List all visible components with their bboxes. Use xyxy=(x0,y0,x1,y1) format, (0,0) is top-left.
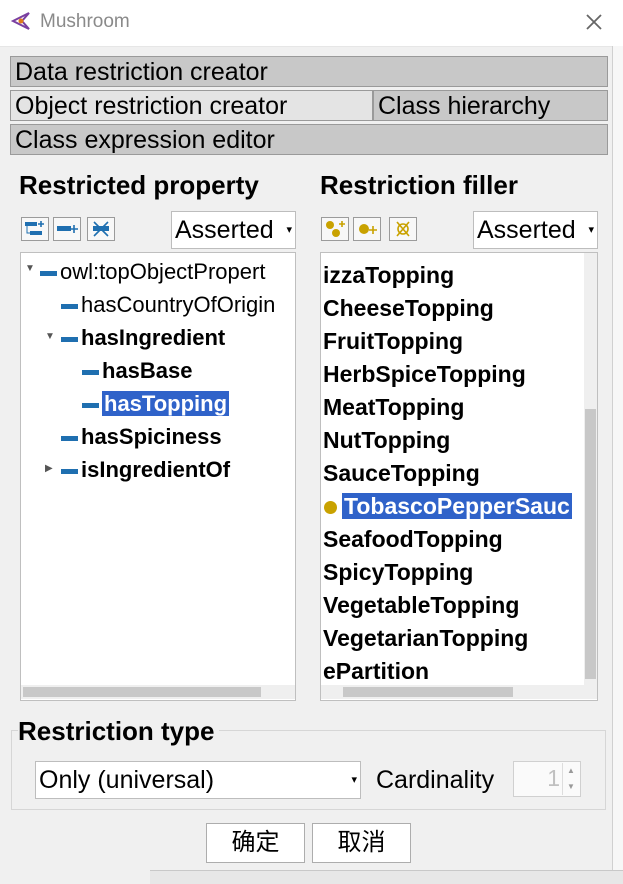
restriction-type-value: Only (universal) xyxy=(39,766,215,794)
object-property-icon xyxy=(61,303,78,309)
close-icon xyxy=(586,14,602,30)
restricted-property-mode-value: Asserted xyxy=(175,216,274,244)
class-item[interactable]: VegetarianTopping xyxy=(323,622,528,654)
collapse-arrow-icon[interactable]: ▼ xyxy=(45,331,55,342)
delete-class-button[interactable] xyxy=(389,217,417,241)
tree-item-hastopping[interactable]: hasTopping xyxy=(82,389,230,419)
scrollbar-thumb[interactable] xyxy=(343,687,513,697)
dropdown-arrow-icon: ▾ xyxy=(588,224,594,236)
delete-property-button[interactable] xyxy=(87,217,115,241)
expand-arrow-icon[interactable]: ▶ xyxy=(45,463,53,474)
delete-property-icon xyxy=(93,221,109,237)
individual-dot-icon xyxy=(324,501,337,515)
delete-class-icon xyxy=(396,221,410,237)
ok-button[interactable]: 确定 xyxy=(206,823,305,863)
scrollbar-thumb[interactable] xyxy=(585,409,596,679)
class-item-label: TobascoPepperSauc xyxy=(342,493,572,519)
scrollbar-thumb[interactable] xyxy=(23,687,261,697)
tree-item-label: owl:topObjectPropert xyxy=(60,259,266,284)
restriction-type-select[interactable]: Only (universal) ▾ xyxy=(35,761,361,799)
object-property-icon xyxy=(61,435,78,441)
close-button[interactable] xyxy=(580,8,608,36)
tree-item-hasingredient[interactable]: hasIngredient xyxy=(61,323,225,353)
class-item[interactable]: SpicyTopping xyxy=(323,556,473,588)
cardinality-spinner[interactable]: 1 ▲ ▼ xyxy=(513,761,581,797)
cardinality-value: 1 xyxy=(547,765,560,791)
add-subclass-icon xyxy=(326,221,345,237)
spinner-up-icon[interactable]: ▲ xyxy=(562,763,579,779)
tab-data-restriction-creator[interactable]: Data restriction creator xyxy=(10,56,608,87)
class-item[interactable]: CheeseTopping xyxy=(323,292,494,324)
class-list: izzaTopping CheeseTopping FruitTopping H… xyxy=(320,252,598,701)
restriction-filler-mode-select[interactable]: Asserted ▾ xyxy=(473,211,598,249)
dropdown-arrow-icon: ▾ xyxy=(286,224,292,236)
tree-item-label: hasCountryOfOrigin xyxy=(81,292,276,317)
add-sibling-property-icon xyxy=(57,225,78,233)
title-bar: Mushroom xyxy=(0,0,623,47)
add-subproperty-button[interactable] xyxy=(21,217,49,241)
protege-logo-icon xyxy=(10,10,32,32)
background-window-edge xyxy=(612,46,623,883)
class-item[interactable]: HerbSpiceTopping xyxy=(323,358,526,390)
class-item[interactable]: izzaTopping xyxy=(323,259,454,291)
object-property-icon xyxy=(40,270,57,276)
window-title: Mushroom xyxy=(40,11,130,32)
background-window-edge xyxy=(150,870,623,884)
tree-item-label: hasSpiciness xyxy=(81,424,222,449)
collapse-arrow-icon[interactable]: ▼ xyxy=(25,263,35,274)
property-tree: ▼ owl:topObjectPropert hasCountryOfOrigi… xyxy=(20,252,296,701)
dropdown-arrow-icon: ▾ xyxy=(351,774,357,786)
class-item[interactable]: FruitTopping xyxy=(323,325,463,357)
class-item[interactable]: SauceTopping xyxy=(323,457,480,489)
tree-item-isingredientof[interactable]: isIngredientOf xyxy=(61,455,230,485)
restriction-type-title: Restriction type xyxy=(18,716,219,747)
horizontal-scrollbar[interactable] xyxy=(321,685,597,699)
restricted-property-mode-select[interactable]: Asserted ▾ xyxy=(171,211,296,249)
horizontal-scrollbar[interactable] xyxy=(21,685,295,699)
tree-item-label: isIngredientOf xyxy=(81,457,231,482)
tree-item-hasspiciness[interactable]: hasSpiciness xyxy=(61,422,222,452)
restriction-filler-title: Restriction filler xyxy=(320,170,518,200)
tab-class-expression-editor[interactable]: Class expression editor xyxy=(10,124,608,155)
spinner-down-icon[interactable]: ▼ xyxy=(562,779,579,795)
class-item[interactable]: VegetableTopping xyxy=(323,589,519,621)
class-item[interactable]: MeatTopping xyxy=(323,391,464,423)
tree-item-topobjectproperty[interactable]: owl:topObjectPropert xyxy=(40,257,265,287)
add-sibling-property-button[interactable] xyxy=(53,217,81,241)
class-item-selected[interactable]: TobascoPepperSauc xyxy=(321,490,572,522)
add-subproperty-icon xyxy=(25,221,44,235)
class-item[interactable]: NutTopping xyxy=(323,424,450,456)
tree-item-label-selected: hasTopping xyxy=(102,391,230,416)
object-property-icon xyxy=(82,369,99,375)
cancel-button[interactable]: 取消 xyxy=(312,823,411,863)
restricted-property-title: Restricted property xyxy=(19,170,259,200)
tab-object-restriction-creator[interactable]: Object restriction creator xyxy=(10,90,373,121)
restriction-filler-mode-value: Asserted xyxy=(477,216,576,244)
tree-item-label: hasBase xyxy=(102,358,193,383)
add-sibling-class-icon xyxy=(359,224,377,234)
tab-class-hierarchy[interactable]: Class hierarchy xyxy=(373,90,608,121)
cardinality-label: Cardinality xyxy=(376,766,495,794)
class-item[interactable]: SeafoodTopping xyxy=(323,523,503,555)
tree-item-label: hasIngredient xyxy=(81,325,226,350)
class-item[interactable]: ePartition xyxy=(323,655,429,687)
object-property-icon xyxy=(61,336,78,342)
tree-item-hascountryoforigin[interactable]: hasCountryOfOrigin xyxy=(61,290,275,320)
add-sibling-class-button[interactable] xyxy=(353,217,381,241)
vertical-scrollbar[interactable] xyxy=(584,253,597,685)
add-subclass-button[interactable] xyxy=(321,217,349,241)
tree-item-hasbase[interactable]: hasBase xyxy=(82,356,193,386)
object-property-icon xyxy=(61,468,78,474)
object-property-icon xyxy=(82,402,99,408)
